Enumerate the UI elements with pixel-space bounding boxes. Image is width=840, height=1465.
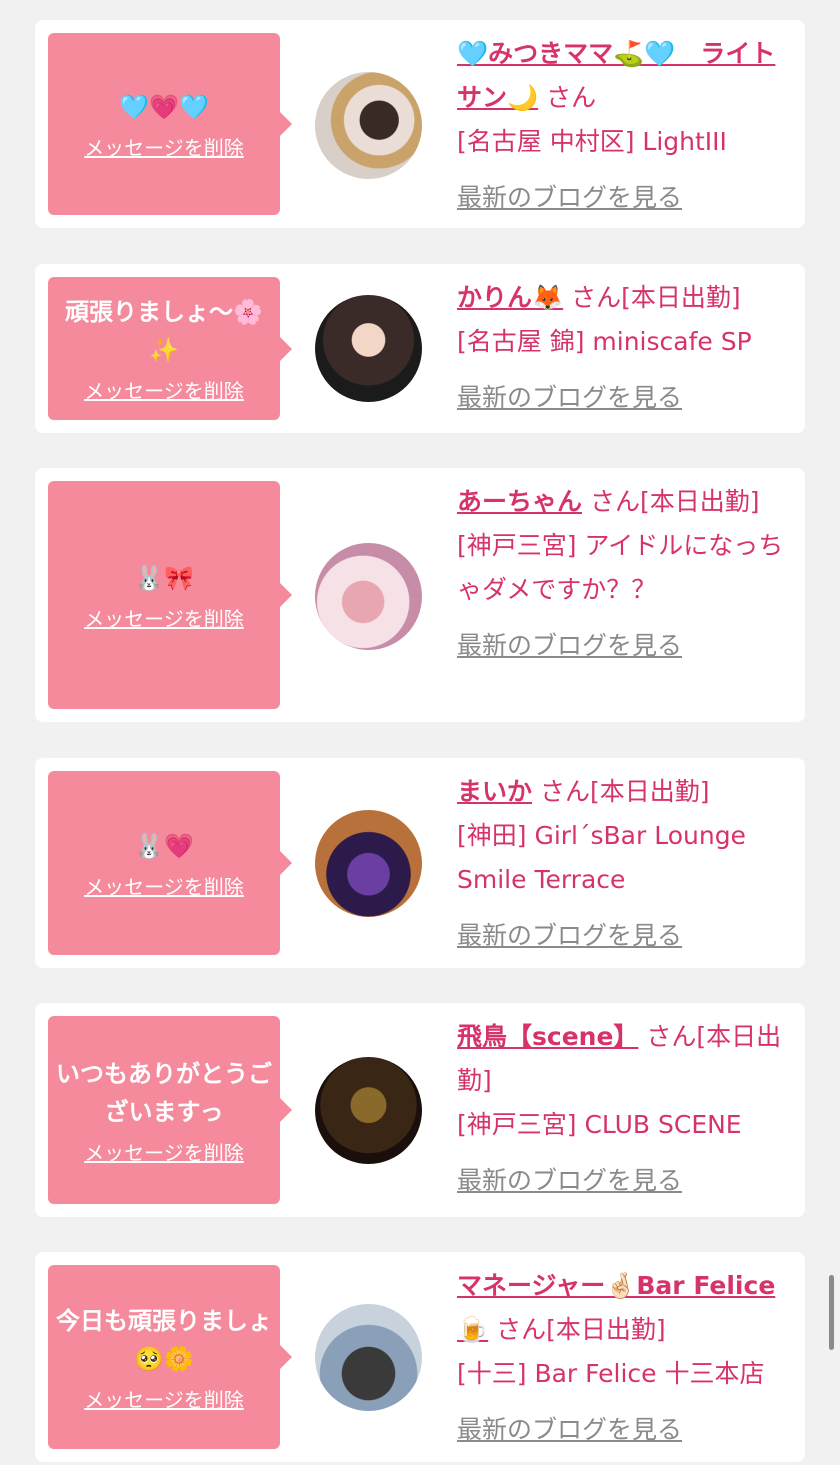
user-suffix: さん[本日出勤] — [539, 777, 710, 806]
message-card: いつもありがとうございますっ メッセージを削除 飛鳥【scene】 さん[本日出… — [35, 1003, 805, 1217]
avatar[interactable] — [315, 1057, 422, 1164]
message-bubble: いつもありがとうございますっ メッセージを削除 — [48, 1016, 292, 1204]
user-suffix: さん — [546, 83, 597, 112]
latest-blog-link[interactable]: 最新のブログを見る — [457, 624, 682, 668]
avatar[interactable] — [315, 295, 422, 402]
message-text: 今日も頑張りましょ🥺🌼 — [56, 1306, 272, 1373]
message-card: 今日も頑張りましょ🥺🌼 メッセージを削除 マネージャー🤞🏻Bar Felice🍺… — [35, 1252, 805, 1462]
message-card: 🐰🎀 メッセージを削除 あーちゃん さん[本日出勤] [神戸三宮] アイドルにな… — [35, 468, 805, 722]
message-text: 頑張りましょ〜🌸✨ — [65, 298, 263, 364]
user-suffix: さん[本日出勤] — [571, 283, 741, 312]
message-bubble: 頑張りましょ〜🌸✨ メッセージを削除 — [48, 277, 292, 420]
message-card: 🐰💗 メッセージを削除 まいか さん[本日出勤] [神田] Girl´sBar … — [35, 758, 805, 968]
message-text: 🐰💗 — [134, 831, 194, 860]
user-suffix: さん[本日出勤] — [589, 487, 760, 516]
message-text: 🩵💗🩵 — [119, 92, 209, 121]
delete-message-link[interactable]: メッセージを削除 — [84, 132, 244, 161]
latest-blog-link[interactable]: 最新のブログを見る — [457, 176, 682, 220]
delete-message-link[interactable]: メッセージを削除 — [84, 1137, 244, 1166]
shop-info: [十三] Bar Felice 十三本店 — [457, 1359, 765, 1388]
latest-blog-link[interactable]: 最新のブログを見る — [457, 376, 682, 420]
user-info: かりん🦊 さん[本日出勤] [名古屋 錦] miniscafe SP 最新のブロ… — [457, 276, 797, 420]
delete-message-link[interactable]: メッセージを削除 — [84, 603, 244, 632]
message-bubble: 🩵💗🩵 メッセージを削除 — [48, 33, 292, 215]
user-name-link[interactable]: まいか — [457, 777, 532, 806]
message-card: 🩵💗🩵 メッセージを削除 🩵みつきママ⛳🩵 ライトサン🌙 さん [名古屋 中村区… — [35, 20, 805, 228]
delete-message-link[interactable]: メッセージを削除 — [84, 375, 244, 404]
message-card: 頑張りましょ〜🌸✨ メッセージを削除 かりん🦊 さん[本日出勤] [名古屋 錦]… — [35, 264, 805, 433]
user-name-link[interactable]: かりん🦊 — [457, 283, 563, 312]
latest-blog-link[interactable]: 最新のブログを見る — [457, 1408, 682, 1452]
user-suffix: さん[本日出勤] — [496, 1315, 666, 1344]
shop-info: [神戸三宮] CLUB SCENE — [457, 1110, 742, 1139]
user-name-link[interactable]: 🩵みつきママ⛳🩵 ライトサン🌙 — [457, 39, 775, 112]
message-bubble: 🐰💗 メッセージを削除 — [48, 771, 292, 955]
shop-info: [神戸三宮] アイドルになっちゃダメですか？？ — [457, 531, 784, 604]
message-text: いつもありがとうございますっ — [56, 1059, 272, 1126]
message-bubble: 🐰🎀 メッセージを削除 — [48, 481, 292, 709]
shop-info: [神田] Girl´sBar Lounge Smile Terrace — [457, 821, 746, 894]
message-bubble: 今日も頑張りましょ🥺🌼 メッセージを削除 — [48, 1265, 292, 1449]
user-info: 🩵みつきママ⛳🩵 ライトサン🌙 さん [名古屋 中村区] LightIII 最新… — [457, 32, 797, 220]
message-text: 🐰🎀 — [134, 563, 194, 592]
avatar[interactable] — [315, 543, 422, 650]
avatar[interactable] — [315, 1304, 422, 1411]
shop-info: [名古屋 錦] miniscafe SP — [457, 327, 752, 356]
avatar[interactable] — [315, 72, 422, 179]
delete-message-link[interactable]: メッセージを削除 — [84, 1384, 244, 1413]
user-info: まいか さん[本日出勤] [神田] Girl´sBar Lounge Smile… — [457, 770, 797, 958]
user-name-link[interactable]: あーちゃん — [457, 487, 582, 516]
latest-blog-link[interactable]: 最新のブログを見る — [457, 1159, 682, 1203]
delete-message-link[interactable]: メッセージを削除 — [84, 871, 244, 900]
user-info: 飛鳥【scene】 さん[本日出勤] [神戸三宮] CLUB SCENE 最新の… — [457, 1015, 797, 1203]
user-name-link[interactable]: 飛鳥【scene】 — [457, 1022, 638, 1051]
user-info: マネージャー🤞🏻Bar Felice🍺 さん[本日出勤] [十三] Bar Fe… — [457, 1264, 797, 1452]
avatar[interactable] — [315, 810, 422, 917]
latest-blog-link[interactable]: 最新のブログを見る — [457, 914, 682, 958]
scrollbar[interactable] — [829, 1275, 834, 1350]
shop-info: [名古屋 中村区] LightIII — [457, 127, 727, 156]
user-info: あーちゃん さん[本日出勤] [神戸三宮] アイドルになっちゃダメですか？？ 最… — [457, 480, 797, 668]
